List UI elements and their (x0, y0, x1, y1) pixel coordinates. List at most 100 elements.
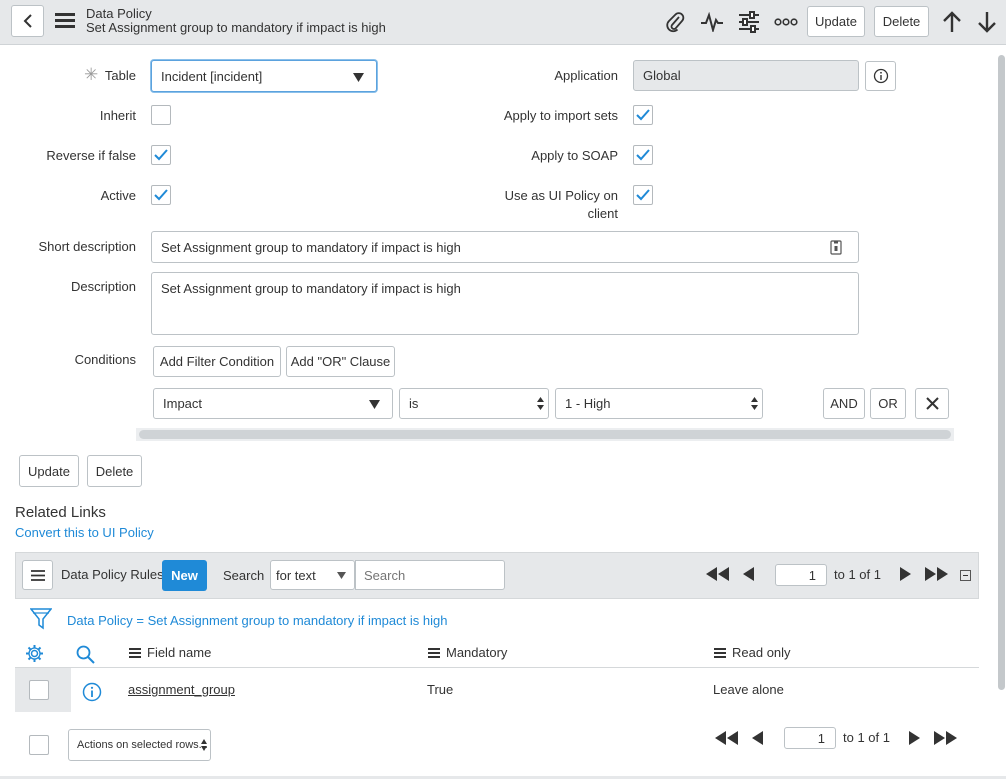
checkmark-icon (636, 149, 650, 161)
add-filter-condition-button[interactable]: Add Filter Condition (153, 346, 281, 377)
header-title: Data Policy (86, 6, 152, 21)
column-header-label: Read only (732, 645, 791, 660)
active-checkbox[interactable] (151, 185, 171, 205)
suggestion-icon[interactable] (830, 240, 842, 255)
apply-import-checkbox[interactable] (633, 105, 653, 125)
info-icon (873, 68, 888, 84)
first-page-icon[interactable] (706, 567, 730, 584)
caret-down-icon (369, 400, 380, 409)
condition-delete-button[interactable] (915, 388, 949, 419)
checkmark-icon (154, 189, 168, 201)
page-input-bottom[interactable] (784, 727, 836, 749)
activity-icon[interactable] (699, 9, 725, 35)
search-label: Search (223, 568, 265, 583)
condition-value-value: 1 - High (565, 396, 611, 411)
description-value: Set Assignment group to mandatory if imp… (161, 281, 461, 296)
header-update-button[interactable]: Update (807, 6, 865, 37)
actions-on-selected-select[interactable]: Actions on selected rows... (68, 729, 211, 761)
column-header-read-only[interactable]: Read only (714, 645, 791, 660)
mandatory-indicator-icon: ✳ (84, 65, 99, 84)
list-settings-gear-icon[interactable] (25, 644, 44, 666)
row-info-icon[interactable] (82, 682, 102, 705)
application-info-button[interactable] (865, 61, 896, 91)
condition-and-button[interactable]: AND (823, 388, 865, 419)
condition-scrollbar[interactable] (139, 430, 951, 439)
context-menu-icon[interactable] (55, 13, 75, 29)
first-page-icon-bottom[interactable] (715, 731, 739, 748)
related-links-title: Related Links (15, 504, 106, 521)
search-input[interactable] (355, 560, 505, 590)
condition-field-select[interactable]: Impact (153, 388, 393, 419)
ui-policy-label: Use as UI Policy on (504, 188, 618, 203)
apply-soap-checkbox[interactable] (633, 145, 653, 165)
apply-soap-label: Apply to SOAP (531, 148, 618, 163)
description-label: Description (70, 279, 136, 294)
page-scrollbar[interactable] (998, 55, 1005, 690)
select-all-checkbox[interactable] (29, 735, 49, 755)
checkmark-icon (154, 149, 168, 161)
update-button[interactable]: Update (19, 455, 79, 487)
new-button[interactable]: New (162, 560, 207, 591)
actions-select-value: Actions on selected rows... (77, 739, 208, 751)
hamburger-icon (30, 569, 45, 581)
more-options-icon[interactable] (773, 9, 799, 35)
breadcrumb-filter-link[interactable]: Data Policy = Set Assignment group to ma… (67, 613, 447, 628)
updown-caret-icon (537, 397, 544, 410)
short-description-value: Set Assignment group to mandatory if imp… (161, 239, 461, 255)
ui-policy-checkbox[interactable] (633, 185, 653, 205)
caret-down-icon (353, 73, 364, 82)
ui-policy-label-line2: client (587, 206, 618, 221)
settings-sliders-icon[interactable] (736, 9, 762, 35)
header-subtitle: Set Assignment group to mandatory if imp… (86, 20, 386, 35)
condition-operator-select[interactable]: is (399, 388, 549, 419)
back-button[interactable] (11, 5, 44, 37)
previous-page-icon[interactable] (743, 567, 755, 584)
condition-value-select[interactable]: 1 - High (555, 388, 763, 419)
column-search-icon[interactable] (76, 645, 95, 667)
column-header-field-name[interactable]: Field name (129, 645, 211, 660)
condition-or-button[interactable]: OR (870, 388, 906, 419)
filter-funnel-icon[interactable] (29, 607, 53, 634)
column-menu-icon[interactable] (428, 647, 440, 658)
collapse-list-icon[interactable] (960, 570, 971, 581)
page-input[interactable] (775, 564, 827, 586)
search-field-select[interactable]: for text (270, 560, 355, 590)
paperclip-icon[interactable] (662, 9, 688, 35)
reverse-checkbox[interactable] (151, 145, 171, 165)
column-header-mandatory[interactable]: Mandatory (428, 645, 507, 660)
table-row: assignment_group True Leave alone (15, 668, 979, 712)
header-titles: Data Policy Set Assignment group to mand… (86, 7, 386, 35)
form-header: Data Policy Set Assignment group to mand… (0, 0, 1006, 45)
convert-ui-policy-link[interactable]: Convert this to UI Policy (15, 525, 154, 540)
checkmark-icon (636, 189, 650, 201)
table-select[interactable]: Incident [incident] (151, 60, 377, 92)
page-total: to 1 of 1 (834, 567, 881, 582)
application-label: Application (554, 68, 618, 83)
column-menu-icon[interactable] (714, 647, 726, 658)
row-mandatory-value: True (427, 682, 454, 697)
list-menu-button[interactable] (22, 560, 53, 590)
checkmark-icon (636, 109, 650, 121)
previous-page-icon-bottom[interactable] (752, 731, 764, 748)
active-label: Active (100, 188, 136, 203)
row-read-only-value: Leave alone (713, 682, 784, 697)
row-field-name-link[interactable]: assignment_group (128, 682, 235, 697)
last-page-icon-bottom[interactable] (933, 731, 957, 748)
next-page-icon[interactable] (899, 567, 911, 584)
row-checkbox[interactable] (29, 680, 49, 700)
description-textarea[interactable]: Set Assignment group to mandatory if imp… (151, 272, 859, 335)
updown-caret-icon (201, 739, 207, 751)
header-delete-button[interactable]: Delete (874, 6, 929, 37)
arrow-down-icon[interactable] (974, 9, 1000, 35)
list-title: Data Policy Rules (61, 567, 164, 582)
last-page-icon[interactable] (924, 567, 948, 584)
next-page-icon-bottom[interactable] (908, 731, 920, 748)
close-icon (925, 397, 939, 410)
add-or-clause-button[interactable]: Add "OR" Clause (286, 346, 395, 377)
short-description-input[interactable]: Set Assignment group to mandatory if imp… (151, 231, 859, 263)
column-menu-icon[interactable] (129, 647, 141, 658)
inherit-checkbox[interactable] (151, 105, 171, 125)
arrow-up-icon[interactable] (939, 9, 965, 35)
delete-button[interactable]: Delete (87, 455, 142, 487)
column-header-label: Mandatory (446, 645, 508, 660)
